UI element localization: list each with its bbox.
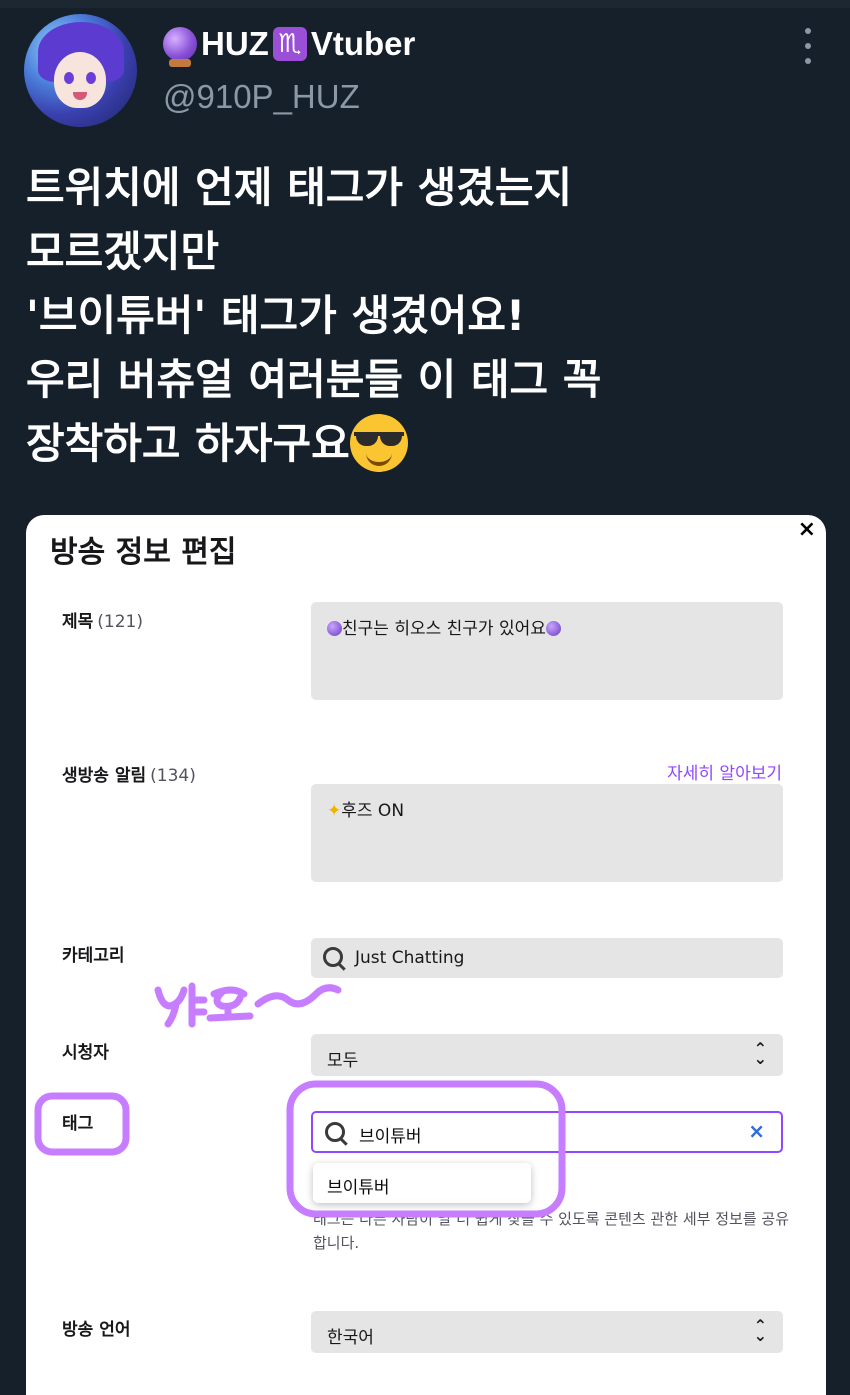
handwritten-annotation-layer <box>34 982 566 1218</box>
tag-label-highlight <box>34 1092 130 1156</box>
yaho-handwriting <box>154 982 342 1028</box>
tag-input-highlight <box>286 1080 566 1218</box>
